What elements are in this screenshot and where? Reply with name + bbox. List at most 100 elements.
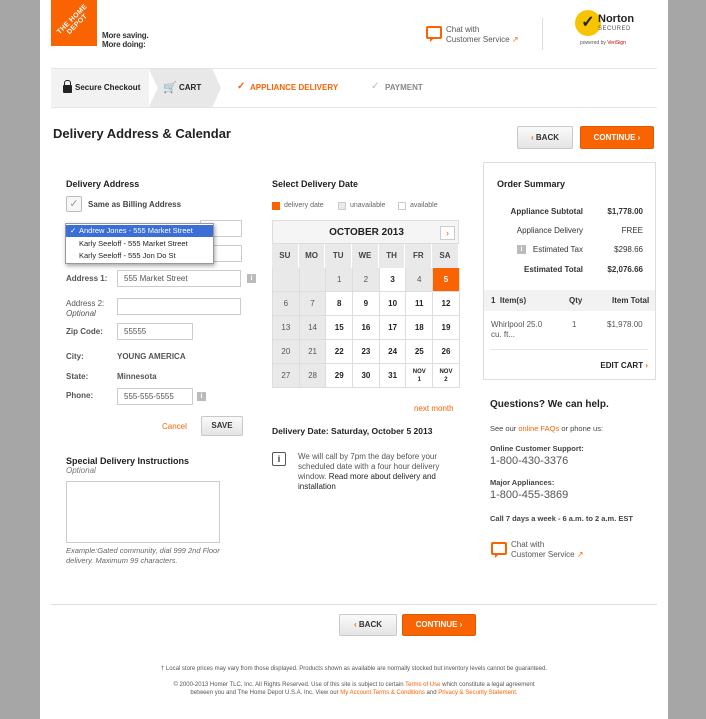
calendar-day[interactable]: 11 xyxy=(406,292,434,316)
calendar-day[interactable]: 22 xyxy=(326,340,354,364)
dropdown-option[interactable]: ✓ Andrew Jones - 555 Market Street xyxy=(66,225,213,237)
calendar-dow: TU xyxy=(325,244,353,268)
chat-icon[interactable] xyxy=(491,542,507,558)
phone-input[interactable]: 555-555-5555 xyxy=(117,388,193,405)
calendar-dow-row: SU MO TU WE TH FR SA xyxy=(272,244,459,268)
calendar-day[interactable]: 8 xyxy=(326,292,354,316)
same-as-billing-checkbox[interactable]: ✓ xyxy=(66,196,82,212)
header-chat-link[interactable]: Chat with Customer Service ↗ xyxy=(446,25,519,45)
calendar-day[interactable]: 25 xyxy=(406,340,434,364)
header-divider xyxy=(542,18,543,50)
calendar-day[interactable]: 18 xyxy=(406,316,434,340)
calendar-day[interactable]: NOV 1 xyxy=(406,364,434,388)
terms-link[interactable]: Terms of Use xyxy=(405,682,440,688)
legend-delivery-swatch xyxy=(272,202,280,210)
delivery-date-text: Delivery Date: Saturday, October 5 2013 xyxy=(272,426,433,436)
dropdown-option[interactable]: Karly Seeloff - 555 Jon Do St xyxy=(66,250,213,262)
logo-text: THE HOME DEPOT xyxy=(56,3,90,37)
saved-address-dropdown[interactable]: ✓ Andrew Jones - 555 Market Street Karly … xyxy=(65,223,214,264)
items-header: 1 Item(s) Qty Item Total xyxy=(484,290,655,311)
chat-icon[interactable] xyxy=(426,26,442,42)
calendar-day[interactable]: 12 xyxy=(433,292,460,316)
save-button[interactable]: SAVE xyxy=(201,416,243,436)
next-month-link[interactable]: next month xyxy=(414,404,454,413)
cancel-link[interactable]: Cancel xyxy=(162,422,187,431)
step-cart[interactable]: 🛒 CART xyxy=(149,69,221,107)
total-value: $2,076.66 xyxy=(607,265,643,274)
calendar-day[interactable]: 10 xyxy=(379,292,407,316)
info-icon[interactable]: i xyxy=(197,392,206,401)
calendar-day[interactable]: 19 xyxy=(433,316,460,340)
address1-input[interactable]: 555 Market Street xyxy=(117,270,241,287)
online-support-label: Online Customer Support: xyxy=(490,444,584,453)
items-count: 1 Item(s) xyxy=(491,296,527,305)
continue-button-top[interactable]: CONTINUE › xyxy=(580,126,654,149)
calendar-day[interactable]: 31 xyxy=(379,364,407,388)
help-faq-text: See our online FAQs or phone us: xyxy=(490,424,604,433)
check-icon: ✓ xyxy=(70,226,77,235)
instructions-title: Special Delivery Instructions xyxy=(66,456,190,466)
calendar-day[interactable]: 29 xyxy=(326,364,354,388)
calendar-day[interactable]: NOV 2 xyxy=(433,364,460,388)
calendar-dow: MO xyxy=(298,244,326,268)
legend-available: available xyxy=(410,202,438,209)
norton-powered: powered by VeriSign xyxy=(580,40,626,46)
calendar-month: OCTOBER 2013 xyxy=(329,227,404,238)
delivery-label: Appliance Delivery xyxy=(516,226,583,235)
calendar-day[interactable]: 5 xyxy=(433,268,460,292)
calendar-day[interactable]: 9 xyxy=(353,292,380,316)
edit-cart-link[interactable]: EDIT CART › xyxy=(600,361,648,370)
instructions-hint: Example:Gated community, dial 999 2nd Fl… xyxy=(66,546,220,565)
tagline: More saving. More doing: xyxy=(102,31,149,49)
calendar-day: 13 xyxy=(273,316,300,340)
calendar-day[interactable]: 30 xyxy=(353,364,380,388)
same-as-billing-label: Same as Billing Address xyxy=(88,200,182,209)
home-depot-logo[interactable]: THE HOME DEPOT xyxy=(51,0,97,46)
state-label: State: xyxy=(66,372,89,381)
help-chat-link[interactable]: Chat with Customer Service ↗ xyxy=(511,540,584,560)
summary-divider xyxy=(491,349,648,350)
calendar-day[interactable]: 16 xyxy=(353,316,380,340)
help-hours: Call 7 days a week - 6 a.m. to 2 a.m. ES… xyxy=(490,514,633,523)
calendar-dow: WE xyxy=(352,244,379,268)
subtotal-value: $1,778.00 xyxy=(607,207,643,216)
account-terms-link[interactable]: My Account Terms & Conditions xyxy=(340,690,425,696)
zip-input[interactable]: 55555 xyxy=(117,323,193,340)
item-name[interactable]: Whirlpool 25.0 cu. ft... xyxy=(491,320,553,340)
calendar-dow: FR xyxy=(405,244,433,268)
page-title: Delivery Address & Calendar xyxy=(53,126,231,141)
legend-delivery: delivery date xyxy=(284,202,324,209)
back-button-bottom[interactable]: ‹ BACK xyxy=(339,614,397,636)
calendar-day[interactable]: 17 xyxy=(379,316,407,340)
calendar-day[interactable]: 24 xyxy=(379,340,407,364)
step-secure-label: Secure Checkout xyxy=(75,83,141,92)
calendar-day[interactable]: 26 xyxy=(433,340,460,364)
address2-input[interactable] xyxy=(117,298,241,315)
back-button-top[interactable]: ‹ BACK xyxy=(517,126,573,149)
faq-link[interactable]: online FAQs xyxy=(518,424,559,433)
calendar-day: 7 xyxy=(299,292,327,316)
privacy-link[interactable]: Privacy & Security Statement. xyxy=(438,690,517,696)
dropdown-option[interactable]: Karly Seeloff - 555 Market Street xyxy=(66,238,213,250)
calendar-day[interactable]: 3 xyxy=(379,268,407,292)
legend-available-swatch xyxy=(398,202,406,210)
city-label: City: xyxy=(66,352,84,361)
step-payment-label: PAYMENT xyxy=(385,83,423,92)
continue-button-bottom[interactable]: CONTINUE › xyxy=(402,614,476,636)
info-icon[interactable]: i xyxy=(517,245,526,254)
tax-label: Estimated Tax xyxy=(532,245,583,254)
norton-secured: SECURED xyxy=(598,26,631,32)
step-secure-checkout: Secure Checkout xyxy=(51,69,149,107)
tax-value: $298.66 xyxy=(614,245,643,254)
item-total-header: Item Total xyxy=(612,296,650,305)
calendar-day[interactable]: 15 xyxy=(326,316,354,340)
instructions-textarea[interactable] xyxy=(66,481,220,543)
city-value: YOUNG AMERICA xyxy=(117,352,186,361)
bottom-divider xyxy=(51,604,657,605)
next-month-arrow[interactable]: › xyxy=(440,226,455,240)
zip-label: Zip Code: xyxy=(66,327,103,336)
chat-line2: Customer Service xyxy=(446,35,510,44)
info-icon[interactable]: i xyxy=(247,274,256,283)
calendar-day[interactable]: 23 xyxy=(353,340,380,364)
tagline-line2: More doing: xyxy=(102,40,146,49)
